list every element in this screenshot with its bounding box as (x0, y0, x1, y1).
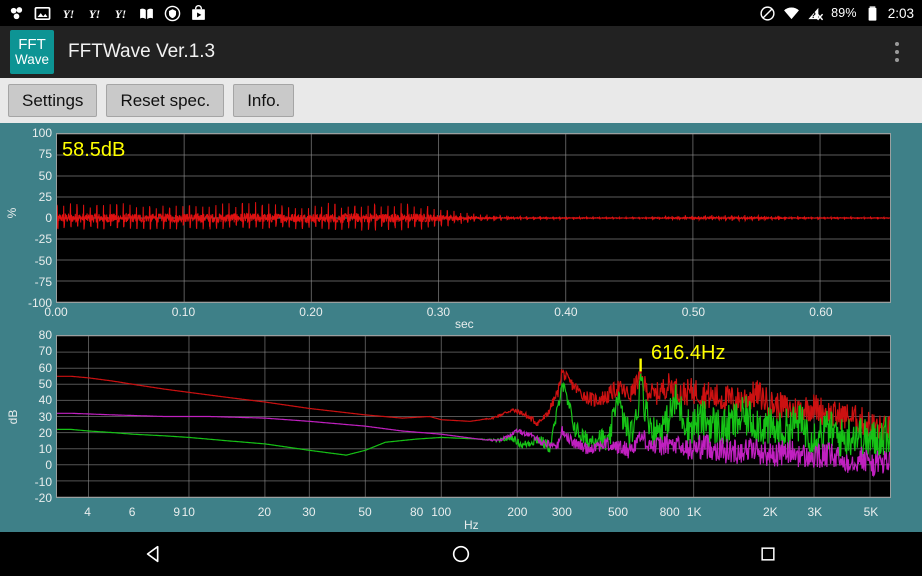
overflow-menu-icon[interactable] (882, 32, 912, 72)
axis-tick-label: 200 (499, 505, 535, 519)
axis-tick-label: 50 (10, 169, 52, 183)
axis-tick-label: 75 (10, 147, 52, 161)
axis-tick-label: 0.30 (416, 305, 460, 319)
status-bar: Y! Y! Y! (0, 0, 922, 26)
yahoo-icon: Y! (86, 5, 103, 22)
nav-back-button[interactable] (109, 532, 199, 576)
settings-button[interactable]: Settings (8, 84, 97, 117)
axis-tick-label: 80 (8, 328, 52, 342)
axis-tick-label: 50 (347, 505, 383, 519)
app-screen: Y! Y! Y! (0, 0, 922, 576)
waveform-plot-area[interactable] (56, 133, 891, 303)
axis-tick-label: 1K (676, 505, 712, 519)
axis-tick-label: -50 (10, 254, 52, 268)
app-title: FFTWave Ver.1.3 (68, 41, 215, 63)
signal-error-icon: ? (807, 5, 824, 22)
play-store-icon (190, 5, 207, 22)
spectrum-x-axis-label: Hz (464, 518, 479, 532)
waveform-x-axis-label: sec (455, 317, 474, 331)
status-clock: 2:03 (888, 6, 914, 21)
svg-text:Y!: Y! (89, 8, 100, 20)
axis-tick-label: 0 (8, 458, 52, 472)
svg-text:?: ? (811, 9, 816, 19)
battery-icon (864, 5, 881, 22)
axis-tick-label: 3K (797, 505, 833, 519)
axis-tick-label: 60 (8, 361, 52, 375)
axis-tick-label: 10 (170, 505, 206, 519)
nav-recents-button[interactable] (723, 532, 813, 576)
waveform-y-axis-label: % (5, 201, 19, 225)
waveform-canvas (57, 134, 890, 302)
axis-tick-label: 2K (752, 505, 788, 519)
app-logo-line1: FFT (18, 37, 46, 52)
app-bar: FFT Wave FFTWave Ver.1.3 (0, 26, 922, 78)
spectrum-frequency-readout: 616.4Hz (651, 342, 726, 365)
spectrum-y-axis-label: dB (6, 404, 20, 430)
axis-tick-label: 500 (600, 505, 636, 519)
book-icon (138, 5, 155, 22)
axis-tick-label: 0.20 (289, 305, 333, 319)
axis-tick-label: 4 (70, 505, 106, 519)
axis-tick-label: 6 (114, 505, 150, 519)
axis-tick-label: 100 (10, 126, 52, 140)
nav-home-button[interactable] (416, 532, 506, 576)
battery-percent-label: 89% (831, 6, 857, 20)
axis-tick-label: 100 (423, 505, 459, 519)
axis-tick-label: 5K (853, 505, 889, 519)
waveform-level-readout: 58.5dB (62, 139, 125, 162)
yahoo-icon: Y! (60, 5, 77, 22)
axis-tick-label: 0.10 (161, 305, 205, 319)
axis-tick-label: 70 (8, 344, 52, 358)
spectrum-canvas (57, 336, 890, 497)
axis-tick-label: 30 (291, 505, 327, 519)
axis-tick-label: 300 (544, 505, 580, 519)
axis-tick-label: 0.50 (671, 305, 715, 319)
recents-square-icon (758, 544, 778, 564)
axis-tick-label: 0.40 (544, 305, 588, 319)
app-logo: FFT Wave (10, 30, 54, 74)
android-nav-bar (0, 532, 922, 576)
app-logo-line2: Wave (15, 53, 49, 67)
photos-icon (34, 5, 51, 22)
status-system-icons: ? 89% 2:03 (759, 5, 914, 22)
axis-tick-label: 0.60 (799, 305, 843, 319)
axis-tick-label: -25 (10, 232, 52, 246)
reset-spec-button[interactable]: Reset spec. (106, 84, 224, 117)
axis-tick-label: 10 (8, 442, 52, 456)
toolbar: Settings Reset spec. Info. (0, 78, 922, 125)
home-circle-icon (450, 543, 472, 565)
svg-text:Y!: Y! (115, 8, 126, 20)
status-notification-icons: Y! Y! Y! (8, 5, 207, 22)
clover-icon (8, 5, 25, 22)
spectrum-plot-area[interactable] (56, 335, 891, 498)
back-triangle-icon (143, 543, 165, 565)
axis-tick-label: 0.00 (34, 305, 78, 319)
axis-tick-label: 20 (246, 505, 282, 519)
wifi-icon (783, 5, 800, 22)
axis-tick-label: 50 (8, 377, 52, 391)
svg-text:Y!: Y! (63, 8, 74, 20)
axis-tick-label: -10 (8, 475, 52, 489)
do-not-disturb-icon (759, 5, 776, 22)
security-shield-icon (164, 5, 181, 22)
axis-tick-label: -20 (8, 491, 52, 505)
axis-tick-label: -75 (10, 275, 52, 289)
yahoo-icon: Y! (112, 5, 129, 22)
info-button[interactable]: Info. (233, 84, 294, 117)
